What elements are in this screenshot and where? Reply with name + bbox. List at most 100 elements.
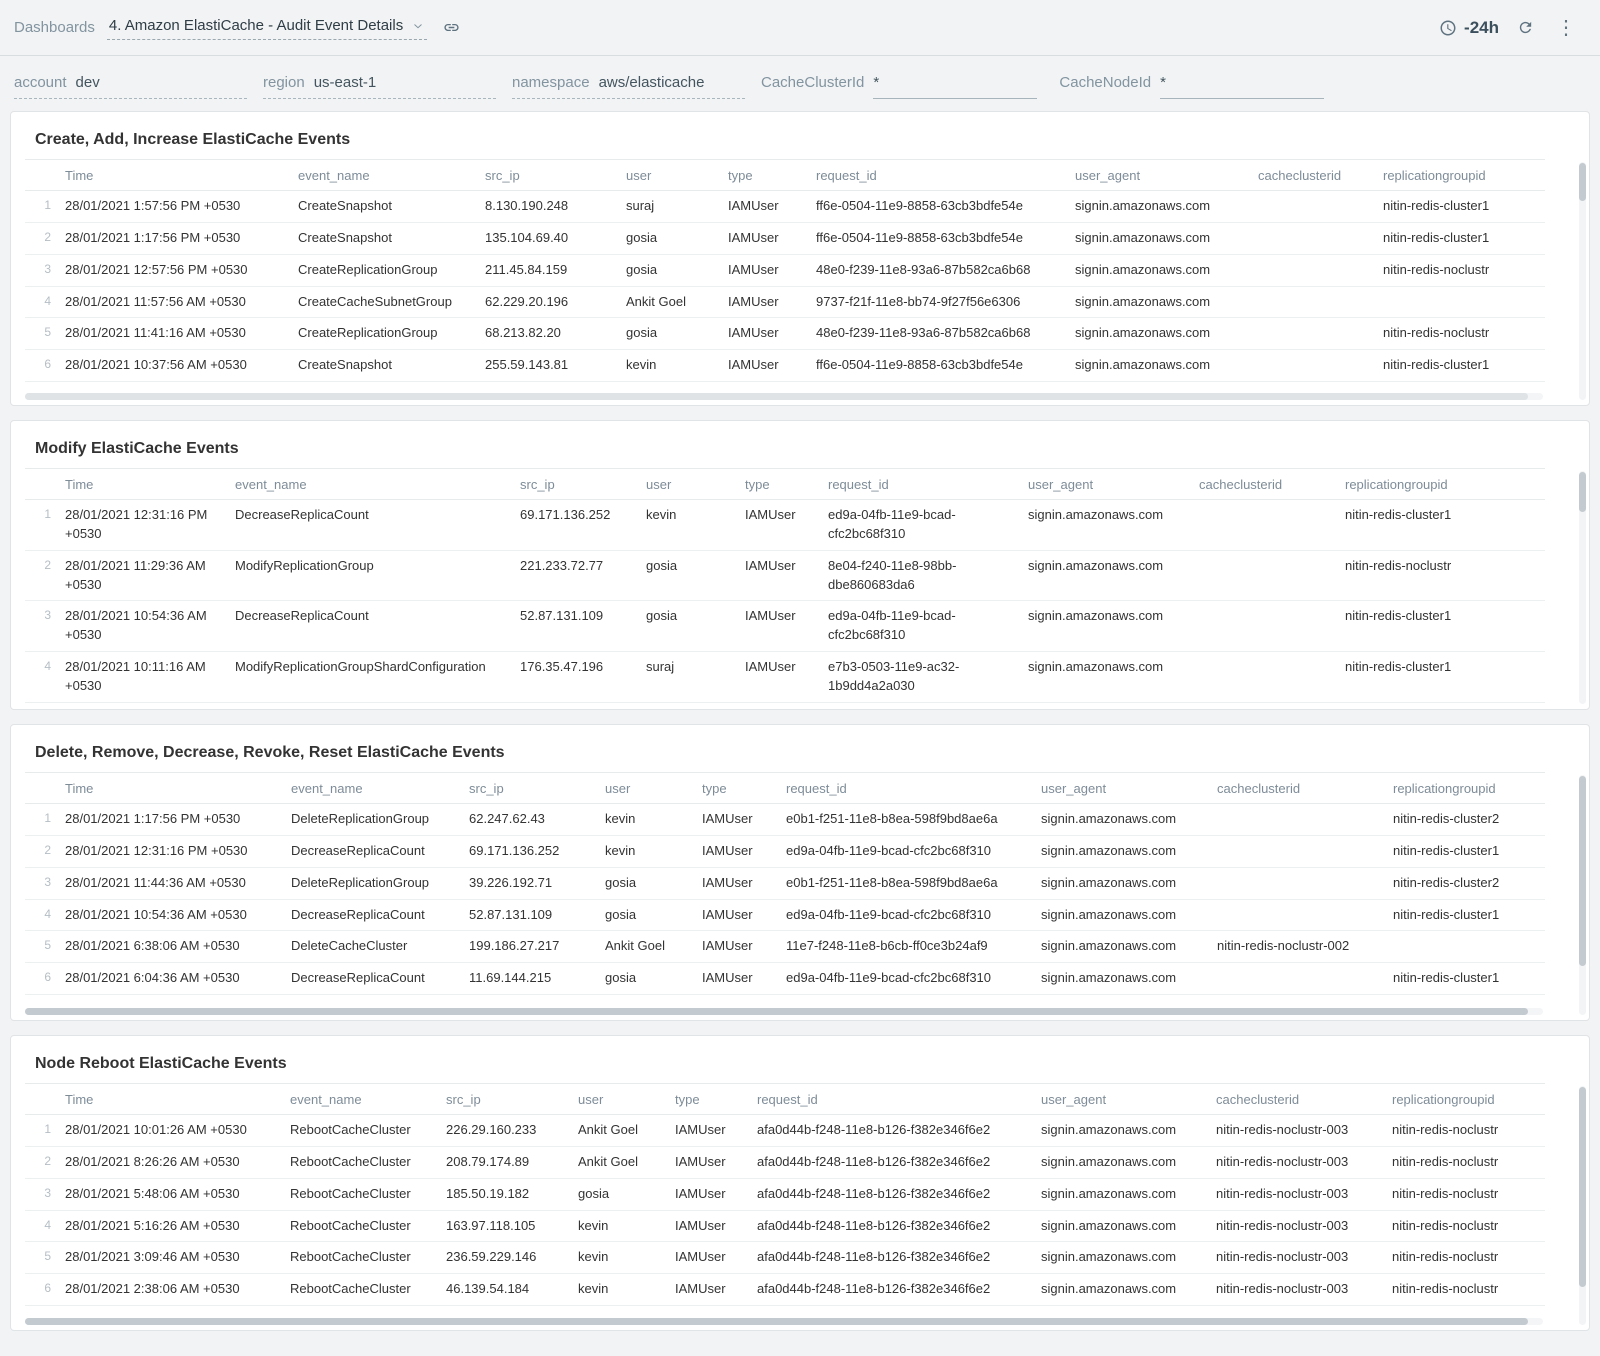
- breadcrumb-dashboards[interactable]: Dashboards: [14, 19, 95, 36]
- horizontal-scrollbar-thumb[interactable]: [25, 1008, 1528, 1015]
- table-row[interactable]: 228/01/2021 12:31:16 PM +0530DecreaseRep…: [25, 835, 1545, 867]
- column-header-request-id[interactable]: request_id: [828, 469, 1028, 500]
- vertical-scrollbar-thumb[interactable]: [1579, 472, 1586, 512]
- cell-event-name: RebootCacheCluster: [290, 1115, 446, 1147]
- horizontal-scrollbar-thumb[interactable]: [25, 1318, 1528, 1325]
- column-header-time[interactable]: Time: [65, 469, 235, 500]
- share-link-button[interactable]: [443, 19, 460, 36]
- column-header-event-name[interactable]: event_name: [298, 160, 485, 191]
- time-range-selector[interactable]: -24h: [1439, 18, 1499, 38]
- filter-input[interactable]: *: [873, 74, 1037, 99]
- column-header-cacheclusterid[interactable]: cacheclusterid: [1199, 469, 1345, 500]
- filter-region[interactable]: regionus-east-1: [263, 74, 496, 99]
- table-row[interactable]: 628/01/2021 10:37:56 AM +0530CreateSnaps…: [25, 350, 1545, 382]
- column-header-replicationgroupid[interactable]: replicationgroupid: [1392, 1084, 1545, 1115]
- dashboard-title-select[interactable]: 4. Amazon ElastiCache - Audit Event Deta…: [107, 15, 427, 40]
- cell-user: gosia: [646, 601, 745, 652]
- table-row[interactable]: 428/01/2021 10:54:36 AM +0530DecreaseRep…: [25, 899, 1545, 931]
- vertical-scrollbar-thumb[interactable]: [1579, 1087, 1586, 1287]
- cell-user: Ankit Goel: [578, 1115, 675, 1147]
- cell-type: IAMUser: [745, 500, 828, 551]
- column-header-event-name[interactable]: event_name: [291, 773, 469, 804]
- link-icon: [443, 19, 460, 36]
- column-header-type[interactable]: type: [675, 1084, 757, 1115]
- column-header-type[interactable]: type: [745, 469, 828, 500]
- cell-src-ip: 52.87.131.109: [469, 899, 605, 931]
- cell-type: IAMUser: [675, 1274, 757, 1306]
- table-row[interactable]: 328/01/2021 10:54:36 AM +0530DecreaseRep…: [25, 601, 1545, 652]
- column-header-user[interactable]: user: [605, 773, 702, 804]
- column-header-type[interactable]: type: [702, 773, 786, 804]
- column-header-time[interactable]: Time: [65, 160, 298, 191]
- table-row[interactable]: 428/01/2021 5:16:26 AM +0530RebootCacheC…: [25, 1210, 1545, 1242]
- table-row[interactable]: 528/01/2021 3:09:46 AM +0530RebootCacheC…: [25, 1242, 1545, 1274]
- column-header-user[interactable]: user: [578, 1084, 675, 1115]
- column-header-user-agent[interactable]: user_agent: [1041, 1084, 1216, 1115]
- column-header-user-agent[interactable]: user_agent: [1075, 160, 1258, 191]
- column-header-request-id[interactable]: request_id: [757, 1084, 1041, 1115]
- table-row[interactable]: 228/01/2021 1:17:56 PM +0530CreateSnapsh…: [25, 222, 1545, 254]
- table-row[interactable]: 128/01/2021 1:57:56 PM +0530CreateSnapsh…: [25, 191, 1545, 223]
- table-row[interactable]: 128/01/2021 1:17:56 PM +0530DeleteReplic…: [25, 804, 1545, 836]
- column-header-request-id[interactable]: request_id: [786, 773, 1041, 804]
- filter-cacheclusterid[interactable]: CacheClusterId*: [761, 74, 1037, 99]
- cell-replicationgroupid: nitin-redis-noclustr: [1392, 1178, 1545, 1210]
- cell-user: kevin: [605, 835, 702, 867]
- column-header-cacheclusterid[interactable]: cacheclusterid: [1258, 160, 1383, 191]
- table-row[interactable]: 228/01/2021 8:26:26 AM +0530RebootCacheC…: [25, 1146, 1545, 1178]
- column-header-cacheclusterid[interactable]: cacheclusterid: [1216, 1084, 1392, 1115]
- column-header-replicationgroupid[interactable]: replicationgroupid: [1383, 160, 1545, 191]
- table-row[interactable]: 428/01/2021 11:57:56 AM +0530CreateCache…: [25, 286, 1545, 318]
- row-number: 4: [25, 286, 65, 318]
- column-header-user[interactable]: user: [646, 469, 745, 500]
- table-row[interactable]: 628/01/2021 6:04:36 AM +0530DecreaseRepl…: [25, 963, 1545, 995]
- table-row[interactable]: 528/01/2021 11:41:16 AM +0530CreateRepli…: [25, 318, 1545, 350]
- cell-replicationgroupid: nitin-redis-noclustr: [1345, 550, 1545, 601]
- table-row[interactable]: 128/01/2021 12:31:16 PM +0530DecreaseRep…: [25, 500, 1545, 551]
- column-header-cacheclusterid[interactable]: cacheclusterid: [1217, 773, 1393, 804]
- cell-user: gosia: [605, 963, 702, 995]
- column-header-user-agent[interactable]: user_agent: [1041, 773, 1217, 804]
- column-header-type[interactable]: type: [728, 160, 816, 191]
- cell-time: 28/01/2021 12:31:16 PM +0530: [65, 500, 235, 551]
- cell-time: 28/01/2021 2:38:06 AM +0530: [65, 1274, 290, 1306]
- column-header-user[interactable]: user: [626, 160, 728, 191]
- cell-cacheclusterid: [1258, 254, 1383, 286]
- filter-namespace[interactable]: namespaceaws/elasticache: [512, 74, 745, 99]
- column-header-time[interactable]: Time: [65, 1084, 290, 1115]
- column-header-request-id[interactable]: request_id: [816, 160, 1075, 191]
- table-row[interactable]: 428/01/2021 10:11:16 AM +0530ModifyRepli…: [25, 652, 1545, 703]
- vertical-scrollbar-thumb[interactable]: [1579, 163, 1586, 201]
- column-header-replicationgroupid[interactable]: replicationgroupid: [1345, 469, 1545, 500]
- column-header-event-name[interactable]: event_name: [235, 469, 520, 500]
- table-row[interactable]: 128/01/2021 10:01:26 AM +0530RebootCache…: [25, 1115, 1545, 1147]
- filter-input[interactable]: *: [1160, 74, 1324, 99]
- table-row[interactable]: 528/01/2021 6:38:06 AM +0530DeleteCacheC…: [25, 931, 1545, 963]
- cell-user-agent: signin.amazonaws.com: [1041, 1242, 1216, 1274]
- cell-event-name: DeleteReplicationGroup: [291, 804, 469, 836]
- column-header-src-ip[interactable]: src_ip: [469, 773, 605, 804]
- column-header-user-agent[interactable]: user_agent: [1028, 469, 1199, 500]
- table-row[interactable]: 228/01/2021 11:29:36 AM +0530ModifyRepli…: [25, 550, 1545, 601]
- cell-user-agent: signin.amazonaws.com: [1075, 222, 1258, 254]
- table-row[interactable]: 328/01/2021 5:48:06 AM +0530RebootCacheC…: [25, 1178, 1545, 1210]
- column-header-event-name[interactable]: event_name: [290, 1084, 446, 1115]
- table-row[interactable]: 328/01/2021 11:44:36 AM +0530DeleteRepli…: [25, 867, 1545, 899]
- table-row[interactable]: 328/01/2021 12:57:56 PM +0530CreateRepli…: [25, 254, 1545, 286]
- column-header-src-ip[interactable]: src_ip: [446, 1084, 578, 1115]
- row-number: 2: [25, 1146, 65, 1178]
- refresh-button[interactable]: [1517, 19, 1534, 36]
- filter-account[interactable]: accountdev: [14, 74, 247, 99]
- column-header-src-ip[interactable]: src_ip: [485, 160, 626, 191]
- horizontal-scrollbar-thumb[interactable]: [25, 393, 1528, 400]
- cell-src-ip: 39.226.192.71: [469, 867, 605, 899]
- column-header-replicationgroupid[interactable]: replicationgroupid: [1393, 773, 1545, 804]
- vertical-scrollbar-thumb[interactable]: [1579, 776, 1586, 966]
- time-range-value: -24h: [1464, 18, 1499, 38]
- kebab-menu-icon[interactable]: ⋮: [1552, 16, 1580, 40]
- column-header-src-ip[interactable]: src_ip: [520, 469, 646, 500]
- table-row[interactable]: 628/01/2021 2:38:06 AM +0530RebootCacheC…: [25, 1274, 1545, 1306]
- column-header-time[interactable]: Time: [65, 773, 291, 804]
- filter-cachenodeid[interactable]: CacheNodeId*: [1059, 74, 1324, 99]
- filter-label: namespace: [512, 74, 590, 91]
